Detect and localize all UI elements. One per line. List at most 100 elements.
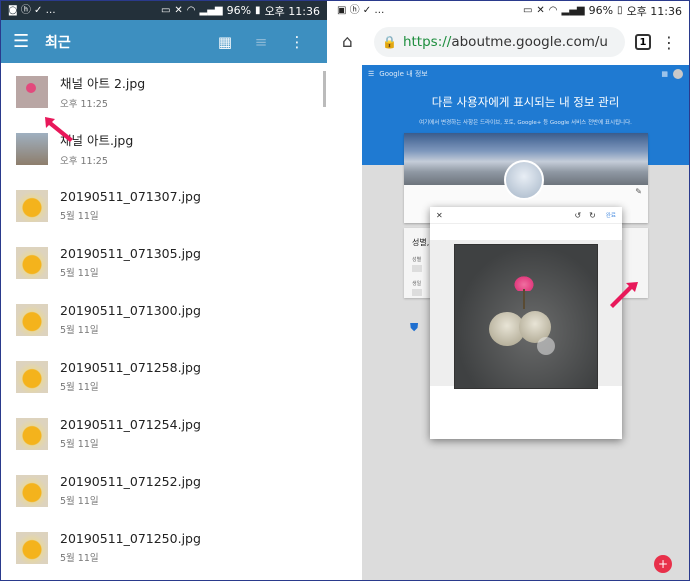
file-text: 20190511_071254.jpg 5월 11일: [60, 417, 201, 450]
file-list-item[interactable]: 20190511_071305.jpg 5월 11일: [1, 234, 327, 291]
rotate-left-icon[interactable]: ↺: [574, 211, 581, 220]
wifi-icon: ◠: [186, 4, 196, 16]
sort-icon[interactable]: ≡: [243, 33, 279, 51]
drag-handle[interactable]: [537, 337, 555, 355]
field-value: [412, 265, 422, 272]
add-fab-button[interactable]: +: [654, 555, 672, 573]
scrollbar[interactable]: [323, 71, 326, 107]
signal-icon: ▂▄▆: [561, 4, 585, 16]
file-date: 5월 11일: [60, 325, 99, 336]
app-bar: ☰ 최근 ▦ ≡ ⋮: [1, 20, 327, 63]
file-text: 20190511_071250.jpg 5월 11일: [60, 531, 201, 564]
thumbnail: [16, 360, 48, 393]
battery-icon: ▮: [255, 4, 261, 16]
apps-grid-icon[interactable]: ▦: [661, 70, 668, 78]
file-list-item[interactable]: 20190511_071300.jpg 5월 11일: [1, 291, 327, 348]
notification-icons: ◙ ⓗ ✓ …: [8, 4, 56, 16]
file-name: 20190511_071300.jpg: [60, 303, 201, 318]
wifi-icon: ◠: [548, 4, 558, 16]
file-date: 5월 11일: [60, 382, 99, 393]
page-subheading: 여기에서 변경하는 사항은 드라이브, 포토, Google+ 등 Google…: [419, 120, 632, 126]
profile-photo[interactable]: [504, 160, 544, 200]
done-button[interactable]: 완료: [606, 211, 616, 219]
file-list-item[interactable]: 20190511_071254.jpg 5월 11일: [1, 405, 327, 462]
lock-icon: 🔒: [382, 35, 397, 49]
more-vert-icon[interactable]: ⋮: [279, 33, 315, 51]
thumbnail: [16, 417, 48, 450]
thumbnail: [16, 531, 48, 564]
thumbnail: [16, 474, 48, 507]
tab-switcher-button[interactable]: 1: [635, 34, 651, 50]
notification-icons: ▣ ⓗ ✓ …: [337, 4, 385, 16]
avatar[interactable]: [673, 69, 683, 79]
rotate-right-icon[interactable]: ↻: [589, 211, 596, 220]
file-date: 5월 11일: [60, 211, 99, 222]
thumbnail: [16, 75, 48, 108]
battery-icon: ▯: [617, 4, 623, 16]
file-text: 20190511_071300.jpg 5월 11일: [60, 303, 201, 336]
file-date: 오후 11:25: [60, 99, 108, 110]
mute-icon: ✕: [536, 4, 545, 16]
signal-icon: ▂▄▆: [199, 4, 223, 16]
home-icon[interactable]: ⌂: [342, 32, 364, 52]
file-date: 오후 11:25: [60, 156, 108, 167]
file-text: 20190511_071307.jpg 5월 11일: [60, 189, 201, 222]
hamburger-icon[interactable]: ☰: [13, 31, 45, 52]
file-list-item[interactable]: 20190511_071250.jpg 5월 11일: [1, 519, 327, 576]
mute-icon: ✕: [174, 4, 183, 16]
url-host: aboutme.google.com/u: [451, 34, 608, 50]
file-list-item[interactable]: 채널 아트 2.jpg 오후 11:25: [1, 63, 327, 120]
file-name: 채널 아트 2.jpg: [60, 76, 146, 91]
crop-dialog: ✕ ↺ ↻ 완료: [430, 207, 622, 439]
file-name: 20190511_071307.jpg: [60, 189, 201, 204]
thumbnail: [16, 303, 48, 336]
page-heading: 다른 사용자에게 표시되는 내 정보 관리: [431, 95, 620, 109]
file-date: 5월 11일: [60, 268, 99, 279]
google-bar: ☰ Google 내 정보 ▦: [362, 65, 689, 83]
arrow-annotation-icon: [45, 117, 73, 142]
clock: 오후 11:36: [626, 4, 682, 18]
file-text: 20190511_071252.jpg 5월 11일: [60, 474, 201, 507]
more-vert-icon[interactable]: ⋮: [661, 33, 677, 52]
file-date: 5월 11일: [60, 439, 99, 450]
address-bar[interactable]: 🔒 https:// aboutme.google.com/u: [374, 27, 625, 57]
battery-level: 96%: [588, 4, 614, 17]
right-phone: ▣ ⓗ ✓ … ▭ ✕ ◠ ▂▄▆ 96% ▯ 오후 11:36 ⌂ 🔒 htt…: [330, 1, 689, 580]
thumbnail: [16, 189, 48, 222]
cast-icon: ▭: [522, 4, 533, 16]
file-name: 20190511_071305.jpg: [60, 246, 201, 261]
file-name: 20190511_071250.jpg: [60, 531, 201, 546]
file-text: 20190511_071305.jpg 5월 11일: [60, 246, 201, 279]
file-text: 20190511_071258.jpg 5월 11일: [60, 360, 201, 393]
file-date: 5월 11일: [60, 496, 99, 507]
status-bar: ▣ ⓗ ✓ … ▭ ✕ ◠ ▂▄▆ 96% ▯ 오후 11:36: [330, 1, 689, 20]
browser-toolbar: ⌂ 🔒 https:// aboutme.google.com/u 1 ⋮: [330, 20, 689, 64]
file-name: 20190511_071254.jpg: [60, 417, 201, 432]
dialog-toolbar: ✕ ↺ ↻ 완료: [430, 207, 622, 224]
file-date: 5월 11일: [60, 553, 99, 564]
shield-icon: ⛊: [410, 321, 419, 334]
url-scheme: https://: [402, 34, 452, 50]
web-content: ☰ Google 내 정보 ▦ 다른 사용자에게 표시되는 내 정보 관리 여기…: [362, 65, 689, 580]
grid-view-icon[interactable]: ▦: [207, 33, 243, 51]
thumbnail: [16, 246, 48, 279]
file-list-item[interactable]: 20190511_071307.jpg 5월 11일: [1, 177, 327, 234]
status-bar: ◙ ⓗ ✓ … ▭ ✕ ◠ ▂▄▆ 96% ▮ 오후 11:36: [1, 1, 327, 20]
lotus-stem: [523, 289, 525, 309]
hamburger-icon[interactable]: ☰: [368, 70, 374, 78]
left-phone: ◙ ⓗ ✓ … ▭ ✕ ◠ ▂▄▆ 96% ▮ 오후 11:36 ☰ 최근 ▦ …: [1, 1, 327, 580]
file-text: 채널 아트 2.jpg 오후 11:25: [60, 73, 145, 110]
clock: 오후 11:36: [264, 4, 320, 18]
page-title: 최근: [45, 34, 71, 51]
file-list-item[interactable]: 20190511_071258.jpg 5월 11일: [1, 348, 327, 405]
field-value: [412, 289, 422, 296]
close-icon[interactable]: ✕: [436, 211, 443, 220]
file-list-item[interactable]: 20190511_071252.jpg 5월 11일: [1, 462, 327, 519]
edit-pencil-icon[interactable]: ✎: [635, 187, 642, 196]
battery-level: 96%: [226, 4, 252, 17]
arrow-annotation-icon: [610, 282, 638, 308]
crop-image[interactable]: [454, 244, 598, 389]
brand-label: Google 내 정보: [379, 70, 428, 78]
file-name: 20190511_071252.jpg: [60, 474, 201, 489]
cast-icon: ▭: [160, 4, 171, 16]
